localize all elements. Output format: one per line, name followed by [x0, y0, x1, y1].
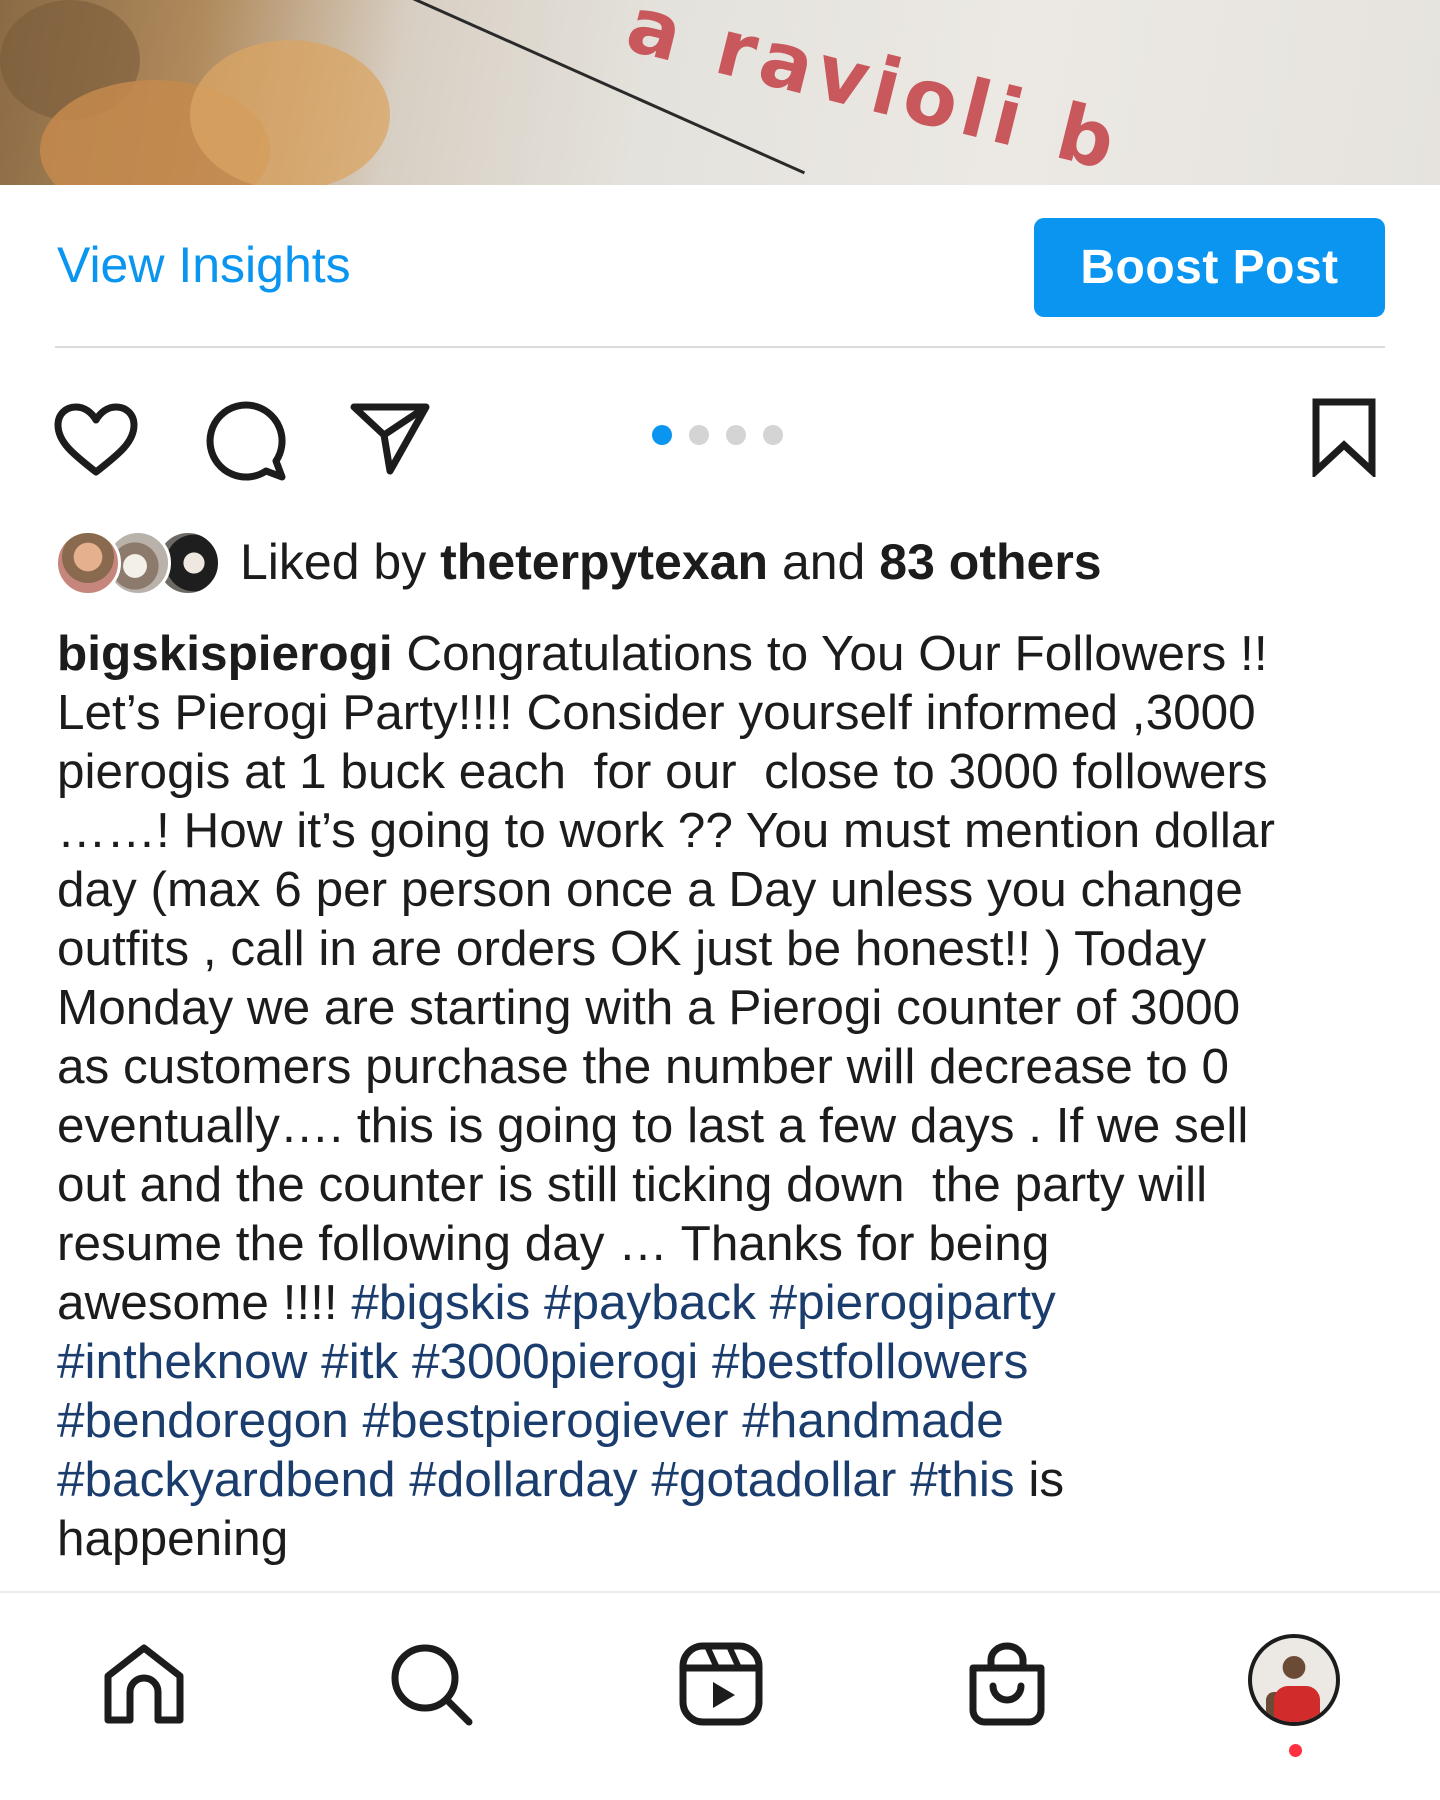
caption-hashtags[interactable]: #bendoregon #bestpierogiever #handmade [57, 1393, 1004, 1448]
liker-avatar [55, 530, 121, 596]
heart-icon[interactable] [53, 402, 139, 478]
carousel-indicator [652, 425, 783, 445]
caption-hashtags[interactable]: #bigskis #payback #pierogiparty [351, 1275, 1055, 1330]
liked-by-user[interactable]: theterpytexan [440, 534, 768, 590]
caption-hashtags[interactable]: #intheknow #itk #3000pierogi #bestfollow… [57, 1334, 1028, 1389]
reels-icon[interactable] [677, 1640, 765, 1728]
profile-avatar[interactable] [1248, 1634, 1340, 1726]
post-image[interactable]: a ravioli b [0, 0, 1440, 185]
boost-post-button[interactable]: Boost Post [1034, 218, 1385, 317]
caption-hashtags[interactable]: #backyardbend #dollarday #gotadollar #th… [57, 1452, 1015, 1507]
profile-photo-detail [1274, 1686, 1320, 1722]
image-printed-text: a ravioli b [618, 0, 1130, 185]
carousel-dot [726, 425, 746, 445]
carousel-dot [689, 425, 709, 445]
post-caption: bigskispierogi Congratulations to You Ou… [57, 624, 1397, 1568]
liked-by-connector: and [781, 534, 866, 590]
bookmark-icon[interactable] [1308, 397, 1380, 477]
share-icon[interactable] [348, 401, 432, 477]
caption-body: Congratulations to You Our Followers !! … [57, 626, 1275, 1330]
caption-username[interactable]: bigskispierogi [57, 626, 393, 681]
liked-by-others[interactable]: 83 others [879, 534, 1101, 590]
home-icon[interactable] [100, 1640, 188, 1728]
shop-icon[interactable] [963, 1640, 1051, 1728]
view-insights-link[interactable]: View Insights [57, 236, 351, 294]
image-food-highlight [190, 40, 390, 185]
bottom-nav-divider [0, 1591, 1440, 1593]
liked-by-text[interactable]: Liked by theterpytexan and 83 others [240, 533, 1102, 591]
liker-avatars[interactable] [55, 530, 221, 596]
carousel-dot [763, 425, 783, 445]
notification-dot [1289, 1744, 1302, 1757]
section-divider [55, 346, 1385, 348]
comment-icon[interactable] [204, 399, 288, 483]
liked-by-prefix: Liked by [240, 534, 427, 590]
carousel-dot-active [652, 425, 672, 445]
search-icon[interactable] [387, 1640, 475, 1728]
